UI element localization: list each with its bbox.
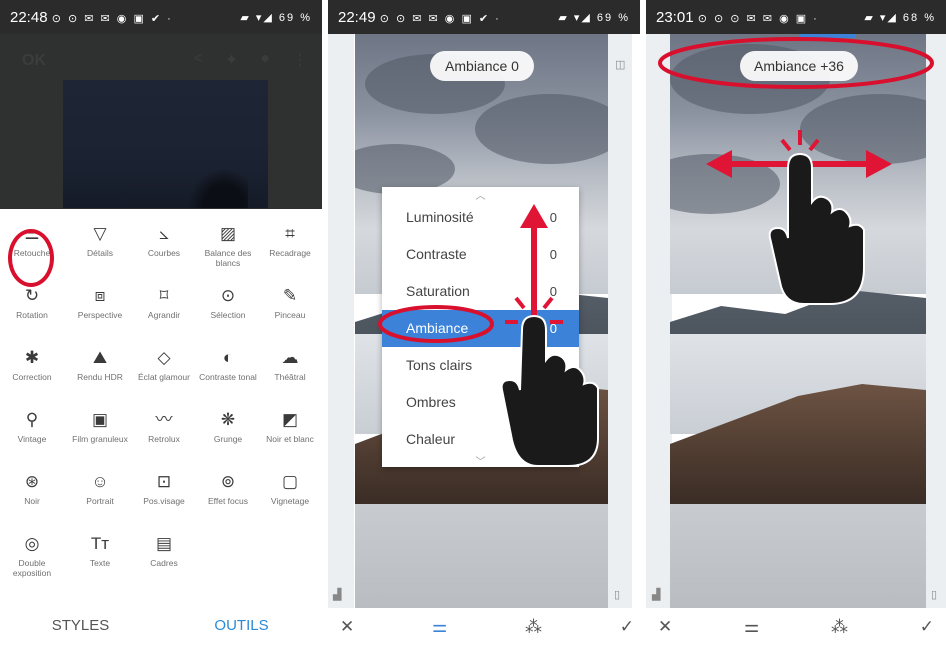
- hand-pointer-icon: [500, 314, 599, 467]
- highlight-circle-ambiance-value: [658, 37, 934, 89]
- highlight-circle-ambiance: [378, 305, 494, 343]
- annotation-overlay: [378, 37, 934, 467]
- hand-pointer-icon: [768, 152, 865, 305]
- tap-lines-icon: [780, 130, 820, 152]
